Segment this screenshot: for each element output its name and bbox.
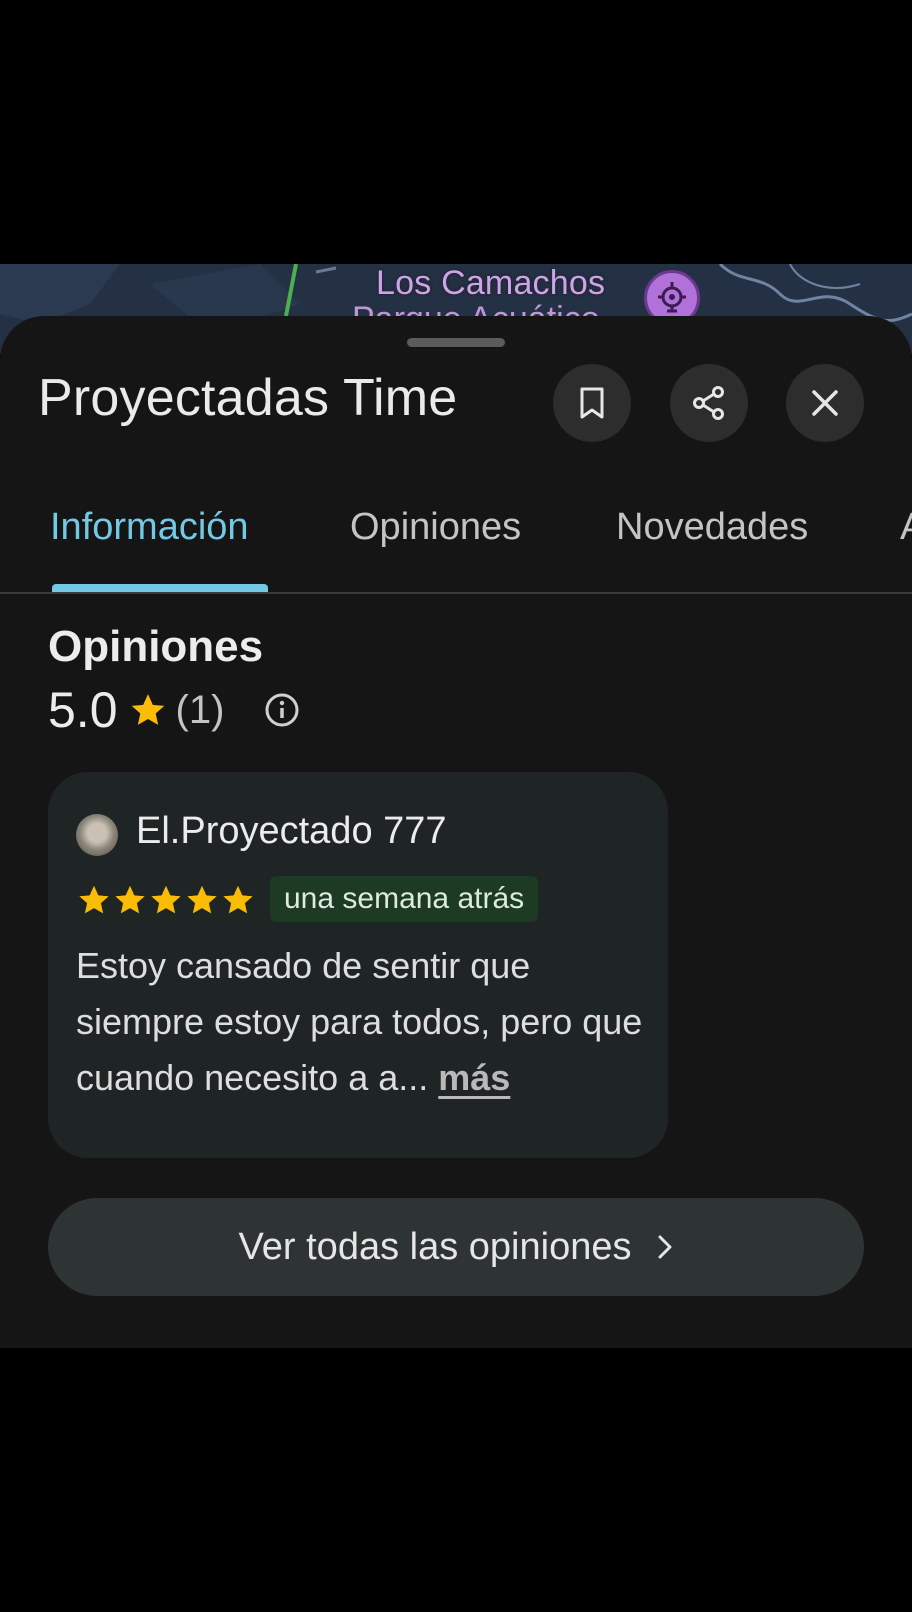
rating-count: (1) <box>175 687 225 732</box>
rating-value: 5.0 <box>48 682 118 738</box>
share-button[interactable] <box>670 364 748 442</box>
review-author[interactable]: El.Proyectado 777 <box>136 810 447 853</box>
star-icon <box>187 885 217 914</box>
share-icon <box>691 385 727 421</box>
review-time-badge: una semana atrás <box>270 876 539 922</box>
rating-summary: 5.0 (1) <box>48 680 300 740</box>
tab-divider <box>0 592 912 594</box>
close-button[interactable] <box>786 364 864 442</box>
avatar[interactable] <box>76 814 118 856</box>
place-title: Proyectadas Time <box>38 369 458 427</box>
drag-handle[interactable] <box>407 338 505 347</box>
chevron-right-icon <box>657 1234 673 1260</box>
star-icon <box>128 690 168 730</box>
active-tab-indicator <box>52 584 268 592</box>
save-button[interactable] <box>553 364 631 442</box>
star-icon <box>223 885 253 914</box>
star-icon <box>79 885 109 914</box>
star-icon <box>115 885 145 914</box>
tab-overflow[interactable]: A <box>900 506 912 549</box>
review-body: Estoy cansado de sentir que siempre esto… <box>76 945 643 1098</box>
tab-informacion[interactable]: Información <box>50 506 249 549</box>
map-poi-label[interactable]: Los Camachos <box>376 264 605 303</box>
star-icon <box>151 885 181 914</box>
bookmark-icon <box>577 386 607 420</box>
tab-bar: Información Opiniones Novedades A <box>0 476 912 594</box>
info-icon[interactable] <box>264 692 300 728</box>
review-text: Estoy cansado de sentir que siempre esto… <box>76 938 656 1106</box>
tab-opiniones[interactable]: Opiniones <box>350 506 521 549</box>
see-all-reviews-button[interactable]: Ver todas las opiniones <box>48 1198 864 1296</box>
review-card[interactable]: El.Proyectado 777 una semana atrás Estoy… <box>48 772 668 1158</box>
see-all-reviews-label: Ver todas las opiniones <box>238 1225 632 1268</box>
more-link[interactable]: más <box>438 1057 510 1098</box>
place-bottom-sheet: Proyectadas Time Información Opiniones N… <box>0 316 912 1348</box>
close-icon <box>810 388 840 418</box>
reviews-section-title: Opiniones <box>48 622 264 671</box>
tab-novedades[interactable]: Novedades <box>616 506 808 549</box>
review-stars <box>76 882 256 918</box>
